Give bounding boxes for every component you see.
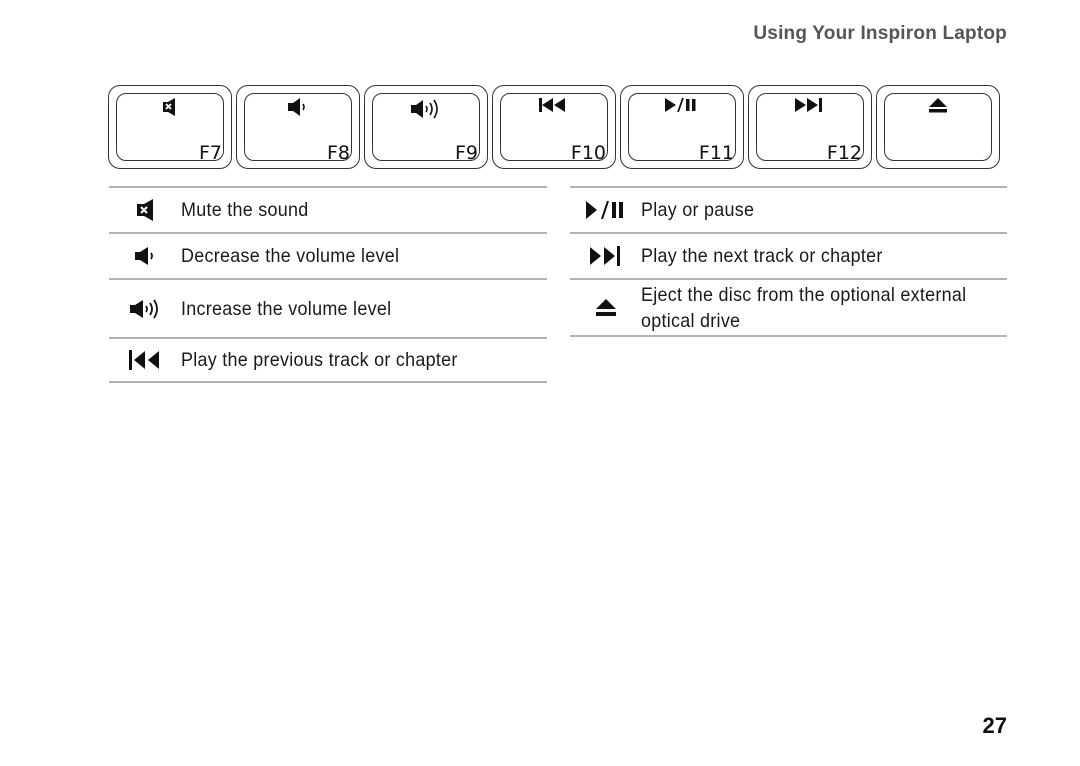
next-track-icon (749, 98, 871, 112)
key-label: F10 (570, 142, 606, 164)
legend-text: Decrease the volume level (181, 245, 400, 267)
mute-icon (109, 98, 231, 116)
eject-icon (877, 98, 999, 114)
legend-text: Eject the disc from the optional externa… (641, 283, 967, 332)
key-f11: F11 (620, 85, 744, 169)
legend-text: Increase the volume level (181, 297, 392, 320)
next-track-icon (570, 246, 641, 266)
eject-icon (570, 298, 641, 317)
legend-row: Play the next track or chapter (570, 232, 1007, 278)
legend-table-left: Mute the sound Decrease the volume level… (109, 186, 547, 383)
mute-icon (109, 199, 181, 221)
legend-text: Play or pause (641, 199, 755, 221)
legend-row: Play or pause (570, 186, 1007, 232)
volume-up-icon (109, 299, 181, 319)
play-pause-icon (621, 98, 743, 112)
page-number: 27 (982, 713, 1007, 738)
key-label: F9 (454, 142, 478, 164)
volume-up-icon (365, 98, 487, 120)
key-label: F11 (698, 142, 734, 164)
volume-down-icon (109, 247, 181, 265)
previous-track-icon (109, 350, 181, 370)
key-label: F12 (826, 142, 862, 164)
legend-text: Play the next track or chapter (641, 245, 883, 267)
page-header-title: Using Your Inspiron Laptop (753, 23, 1007, 44)
key-f9: F9 (364, 85, 488, 169)
legend-row: Increase the volume level (109, 278, 547, 337)
volume-down-icon (237, 98, 359, 116)
legend-row: Play the previous track or chapter (109, 337, 547, 383)
function-key-row: F7 F8 F9 F10 F11 F12 (108, 85, 1004, 169)
key-label: F8 (326, 142, 350, 164)
key-f10: F10 (492, 85, 616, 169)
key-f12: F12 (748, 85, 872, 169)
legend-row: Eject the disc from the optional externa… (570, 278, 1007, 337)
legend-row: Decrease the volume level (109, 232, 547, 278)
legend-table-right: Play or pause Play the next track or cha… (570, 186, 1007, 337)
key-label: F7 (198, 142, 222, 164)
legend-row: Mute the sound (109, 186, 547, 232)
previous-track-icon (493, 98, 615, 112)
key-eject (876, 85, 1000, 169)
play-pause-icon (570, 201, 641, 219)
key-f7: F7 (108, 85, 232, 169)
key-f8: F8 (236, 85, 360, 169)
legend-text: Play the previous track or chapter (181, 349, 458, 371)
legend-text: Mute the sound (181, 199, 309, 221)
